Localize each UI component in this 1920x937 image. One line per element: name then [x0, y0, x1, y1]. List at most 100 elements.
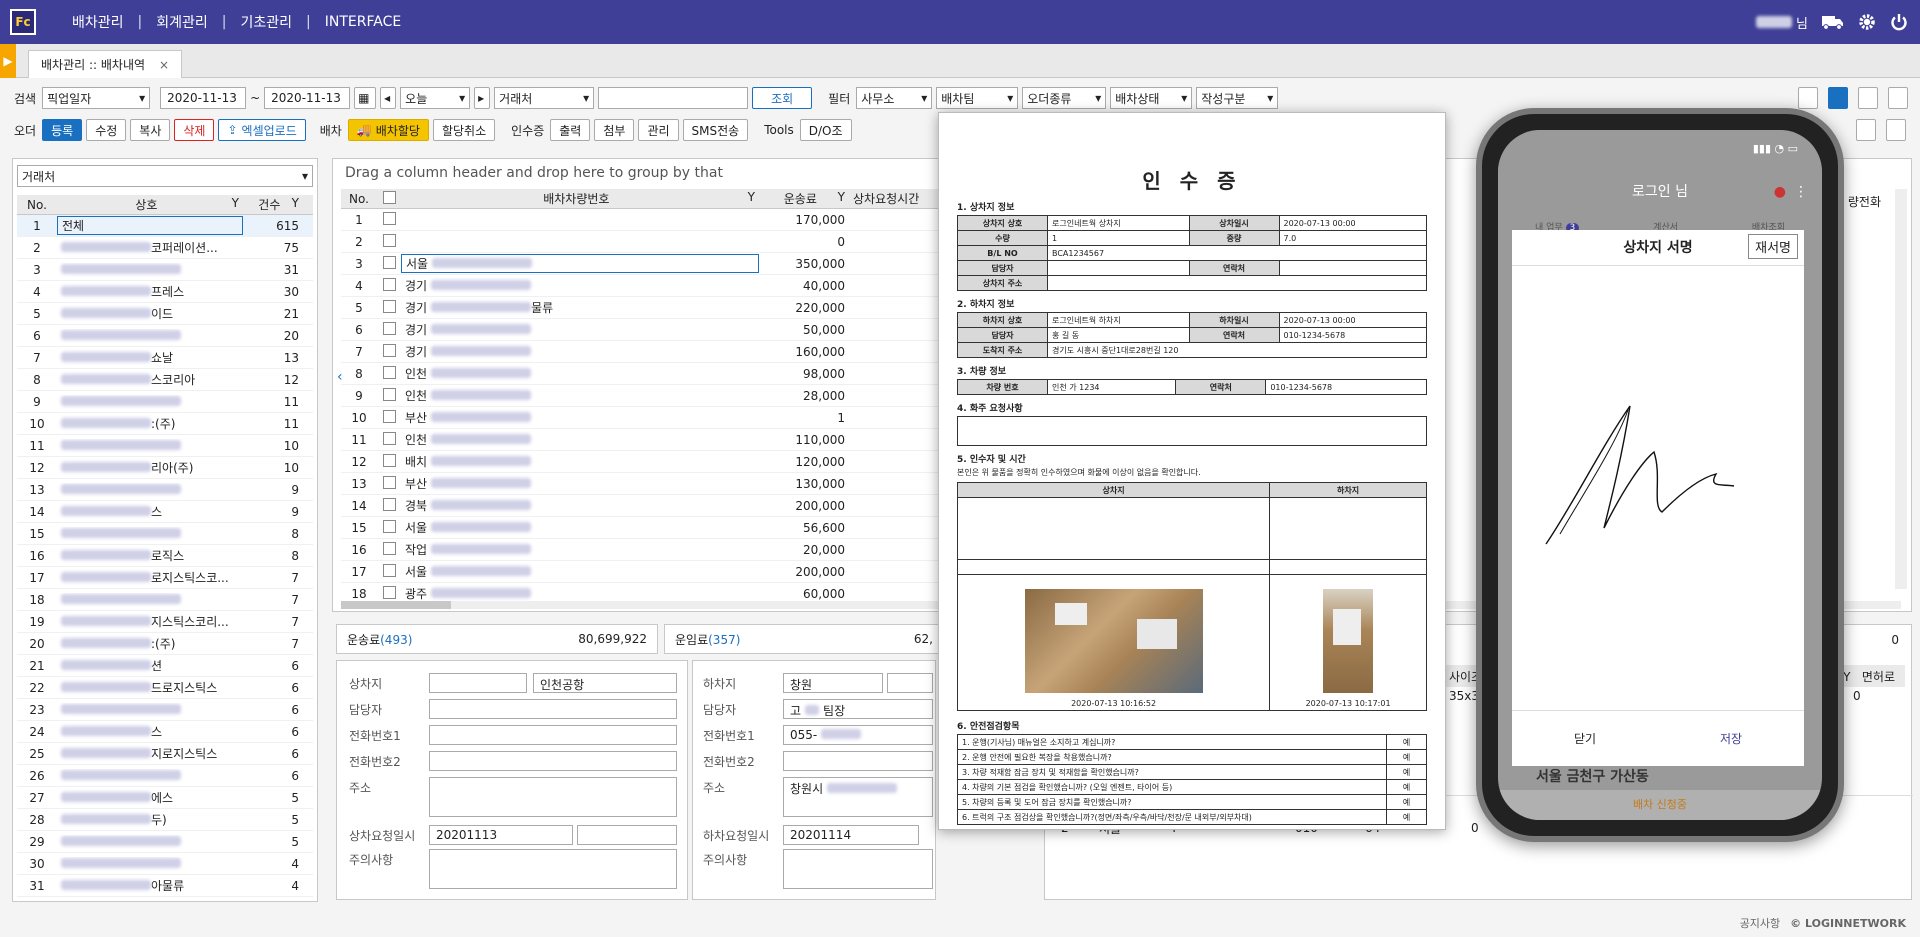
- address-input[interactable]: [429, 777, 677, 817]
- menu-basic[interactable]: 기초관리: [227, 12, 307, 32]
- table-row[interactable]: 8 스코리아 12: [17, 369, 313, 391]
- edit-button[interactable]: 수정: [86, 119, 127, 141]
- table-row[interactable]: 12 리아(주) 10: [17, 457, 313, 479]
- filter-office-select[interactable]: 사무소 ▾: [856, 87, 933, 109]
- layout-vertical-icon[interactable]: [1858, 87, 1878, 109]
- table-row[interactable]: 7 쇼날 13: [17, 347, 313, 369]
- col-no[interactable]: No.: [341, 192, 377, 206]
- table-row[interactable]: 17 서울 200,000: [341, 561, 961, 583]
- vertical-scrollbar[interactable]: [1895, 189, 1907, 589]
- table-row[interactable]: 9 11: [17, 391, 313, 413]
- copy-button[interactable]: 복사: [130, 119, 171, 141]
- col-license[interactable]: Y 면허로: [1843, 668, 1895, 685]
- table-row[interactable]: 11 10: [17, 435, 313, 457]
- col-no[interactable]: No.: [17, 198, 57, 212]
- table-row[interactable]: 20: [341, 231, 961, 253]
- manager-input[interactable]: [429, 699, 677, 719]
- layout-split-icon[interactable]: [1828, 87, 1848, 109]
- table-row[interactable]: 17 로지스틱스코... 7: [17, 567, 313, 589]
- chevron-right-icon[interactable]: ▶: [0, 44, 16, 78]
- table-row[interactable]: 29 5: [17, 831, 313, 853]
- table-row[interactable]: 20:(주) 7: [17, 633, 313, 655]
- drop-manager-input[interactable]: 고 팀장: [783, 699, 933, 719]
- table-row[interactable]: 13 9: [17, 479, 313, 501]
- table-row[interactable]: 23 6: [17, 699, 313, 721]
- table-row[interactable]: 27 에스 5: [17, 787, 313, 809]
- print-button[interactable]: 출력: [550, 119, 591, 141]
- filter-team-select[interactable]: 배차팀 ▾: [936, 87, 1019, 109]
- search-button[interactable]: 조회: [752, 87, 813, 109]
- do-button[interactable]: D/O조: [799, 119, 852, 141]
- table-row[interactable]: 6 20: [17, 325, 313, 347]
- layout-single-icon[interactable]: [1798, 87, 1818, 109]
- filter-order-type-select[interactable]: 오더종류 ▾: [1022, 87, 1107, 109]
- table-row[interactable]: 15 8: [17, 523, 313, 545]
- table-row[interactable]: 16 로직스 8: [17, 545, 313, 567]
- layout-horizontal-icon[interactable]: [1888, 87, 1908, 109]
- table-row[interactable]: 21 션 6: [17, 655, 313, 677]
- table-row[interactable]: 14 스 9: [17, 501, 313, 523]
- sms-button[interactable]: SMS전송: [682, 119, 749, 141]
- table-row[interactable]: 18 7: [17, 589, 313, 611]
- gear-icon[interactable]: [1858, 13, 1876, 31]
- prev-period-button[interactable]: ◂: [380, 87, 397, 109]
- table-row[interactable]: 31 아물류 4: [17, 875, 313, 897]
- close-icon[interactable]: ×: [159, 58, 169, 72]
- table-row[interactable]: 1 170,000: [341, 209, 961, 231]
- note-input[interactable]: [429, 849, 677, 889]
- truck-icon[interactable]: [1822, 14, 1844, 30]
- table-row[interactable]: 9 인천 28,000: [341, 385, 961, 407]
- table-row[interactable]: 25 지로지스틱스 6: [17, 743, 313, 765]
- table-row[interactable]: 5 경기 물류 220,000: [341, 297, 961, 319]
- col-plate[interactable]: 배차차량번호 Y: [401, 190, 759, 207]
- pickup-name-input[interactable]: 인천공항: [533, 673, 677, 693]
- menu-dispatch[interactable]: 배차관리: [58, 12, 138, 32]
- drop-req-date-input[interactable]: 20201114: [783, 825, 919, 845]
- table-row[interactable]: 5 이드 21: [17, 303, 313, 325]
- pickup-code-input[interactable]: [429, 673, 527, 693]
- table-row[interactable]: 14 경북 200,000: [341, 495, 961, 517]
- filter-status-select[interactable]: 배차상태 ▾: [1110, 87, 1193, 109]
- drop-name-input[interactable]: 창원: [783, 673, 883, 693]
- excel-upload-button[interactable]: ⇪ 엑셀업로드: [218, 119, 306, 141]
- table-row[interactable]: 15 서울 56,600: [341, 517, 961, 539]
- col-fee[interactable]: 운송료 Y: [759, 190, 849, 207]
- date-from-input[interactable]: 2020-11-13: [160, 87, 247, 109]
- table-row[interactable]: 24 스 6: [17, 721, 313, 743]
- tab-dispatch-list[interactable]: 배차관리 :: 배차내역 ×: [28, 50, 183, 78]
- partner-search-input[interactable]: [598, 87, 749, 109]
- menu-interface[interactable]: INTERFACE: [311, 14, 415, 30]
- table-row[interactable]: 1 전체 615: [17, 215, 313, 237]
- cargo-photo-pickup[interactable]: [1024, 589, 1203, 693]
- table-row[interactable]: 7 경기 160,000: [341, 341, 961, 363]
- menu-accounting[interactable]: 회계관리: [142, 12, 222, 32]
- notice-link[interactable]: 공지사항: [1740, 915, 1780, 931]
- next-period-button[interactable]: ▸: [474, 87, 491, 109]
- delete-button[interactable]: 삭제: [174, 119, 215, 141]
- attach-button[interactable]: 첨부: [594, 119, 635, 141]
- table-row[interactable]: 13 부산 130,000: [341, 473, 961, 495]
- mobile-icon[interactable]: [1886, 119, 1906, 141]
- drop-address-input[interactable]: 창원시: [783, 777, 933, 817]
- table-row[interactable]: 10 부산 1: [341, 407, 961, 429]
- table-row[interactable]: 11 인천 110,000: [341, 429, 961, 451]
- dispatch-request-button[interactable]: 배차 신청중: [1498, 790, 1822, 820]
- table-row[interactable]: 12 배치 120,000: [341, 451, 961, 473]
- close-button[interactable]: 닫기: [1512, 730, 1658, 747]
- resign-button[interactable]: 재서명: [1748, 234, 1798, 259]
- save-button[interactable]: 저장: [1658, 730, 1804, 747]
- search-type-select[interactable]: 픽업일자 ▾: [42, 87, 151, 109]
- period-select[interactable]: 오늘 ▾: [400, 87, 471, 109]
- table-row[interactable]: 8 인천 98,000: [341, 363, 961, 385]
- drop-note-input[interactable]: [783, 849, 933, 889]
- calendar-icon[interactable]: ▦: [354, 87, 377, 109]
- printer-icon[interactable]: [1856, 119, 1876, 141]
- partner-filter-select[interactable]: 거래처 ▾: [17, 165, 313, 187]
- cargo-photo-drop[interactable]: [1323, 589, 1374, 693]
- assign-dispatch-button[interactable]: 🚚 배차할당: [347, 119, 429, 141]
- table-row[interactable]: 28 두) 5: [17, 809, 313, 831]
- table-row[interactable]: 3 31: [17, 259, 313, 281]
- col-name[interactable]: 상호 Y: [57, 196, 243, 213]
- register-button[interactable]: 등록: [42, 119, 83, 141]
- table-row[interactable]: 3 서울 350,000: [341, 253, 961, 275]
